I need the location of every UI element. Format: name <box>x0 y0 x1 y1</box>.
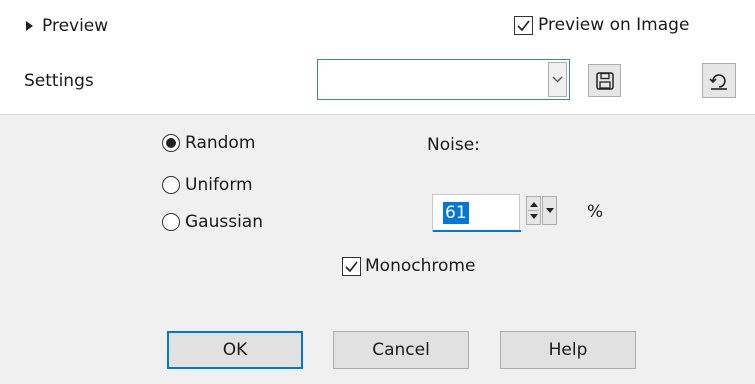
checkmark-icon <box>345 261 358 272</box>
chevron-down-icon[interactable] <box>548 62 567 97</box>
spin-up-icon[interactable] <box>530 202 538 207</box>
save-preset-button[interactable] <box>588 64 621 97</box>
help-button[interactable]: Help <box>500 331 636 369</box>
checkbox-box <box>514 15 533 35</box>
preview-on-image-checkbox[interactable]: Preview on Image <box>514 11 689 39</box>
radio-indicator <box>162 176 180 194</box>
reset-icon <box>709 73 727 90</box>
noise-slider-dropdown[interactable] <box>542 196 557 225</box>
monochrome-label: Monochrome <box>365 256 476 276</box>
noise-label: Noise: <box>427 135 480 155</box>
reset-defaults-button[interactable] <box>702 63 736 98</box>
radio-random[interactable]: Random <box>162 133 255 153</box>
radio-gaussian-label: Gaussian <box>185 212 263 232</box>
preview-toggle[interactable]: Preview <box>26 13 108 39</box>
ok-button[interactable]: OK <box>167 331 303 369</box>
radio-uniform-label: Uniform <box>185 175 253 195</box>
monochrome-checkbox[interactable]: Monochrome <box>342 256 475 276</box>
settings-label: Settings <box>24 71 94 91</box>
noise-spinner[interactable] <box>526 196 541 225</box>
radio-selected-indicator <box>162 134 180 152</box>
percent-unit: % <box>587 202 604 222</box>
noise-value-text: 61 <box>443 202 469 224</box>
dropdown-arrow-icon <box>546 208 554 213</box>
expand-triangle-icon <box>26 21 33 31</box>
radio-uniform[interactable]: Uniform <box>162 175 253 195</box>
radio-indicator <box>162 213 180 231</box>
preview-on-image-label: Preview on Image <box>538 15 690 35</box>
radio-random-label: Random <box>185 133 256 153</box>
cancel-button[interactable]: Cancel <box>333 331 469 369</box>
radio-gaussian[interactable]: Gaussian <box>162 212 263 232</box>
checkmark-icon <box>517 20 530 31</box>
floppy-disk-icon <box>595 71 614 90</box>
spin-down-icon[interactable] <box>530 214 538 219</box>
preview-label: Preview <box>42 16 109 36</box>
noise-value-input[interactable]: 61 <box>432 194 521 232</box>
checkbox-box <box>342 256 361 276</box>
spinner-divider <box>528 210 539 211</box>
focus-underline <box>433 230 521 232</box>
settings-dropdown[interactable] <box>317 59 570 100</box>
